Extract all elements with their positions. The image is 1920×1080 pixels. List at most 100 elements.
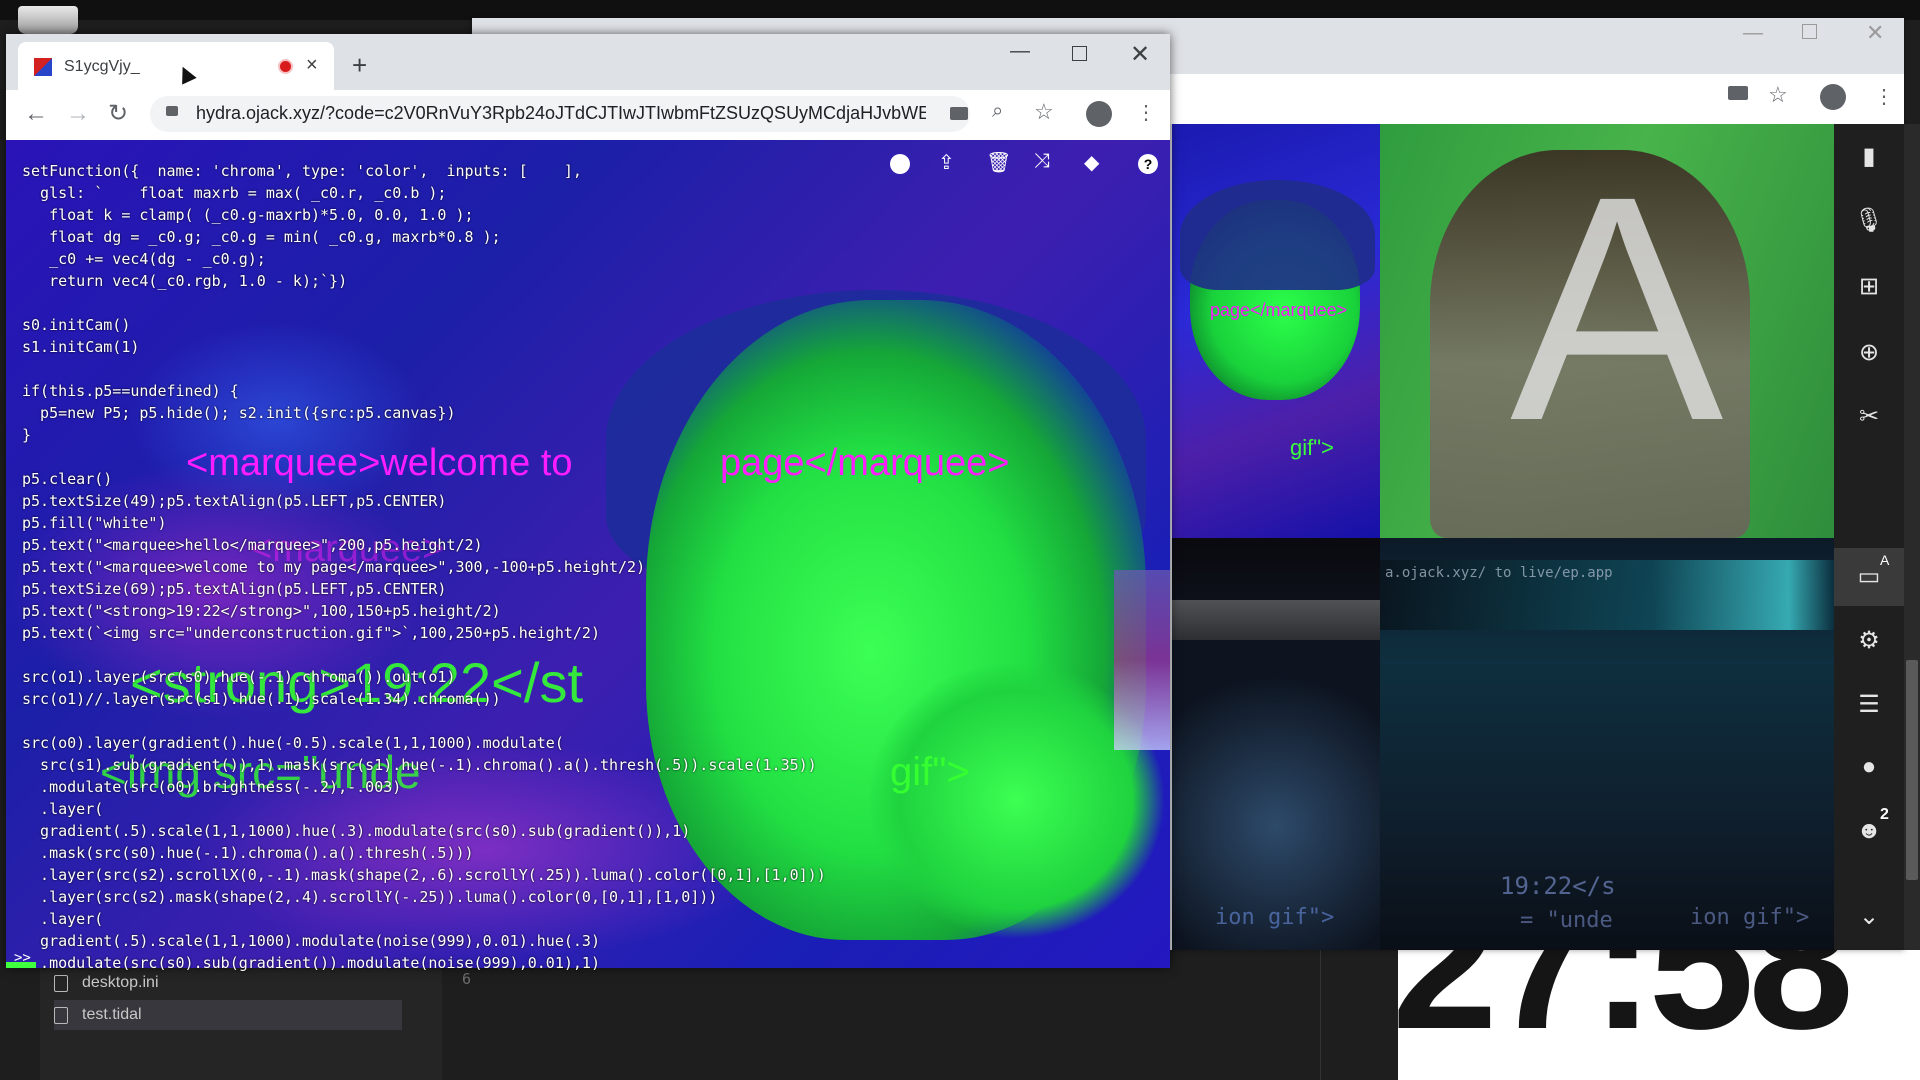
code-line[interactable]: p5.text("<marquee>welcome to my page</ma… xyxy=(22,556,826,578)
code-line[interactable] xyxy=(22,446,826,468)
file-item-test-tidal[interactable]: test.tidal xyxy=(54,1000,402,1030)
tile-overlay-text: ion gif"> xyxy=(1215,905,1335,930)
code-line[interactable]: p5.text(`<img src="underconstruction.gif… xyxy=(22,622,826,644)
reload-icon[interactable]: ↻ xyxy=(108,99,128,128)
sliders-icon[interactable]: ☰ xyxy=(1852,688,1886,722)
close-icon[interactable]: ✕ xyxy=(1130,40,1150,69)
code-line[interactable]: .modulate(src(s0).sub(gradient()).modula… xyxy=(22,952,826,974)
account-icon[interactable] xyxy=(1820,84,1846,110)
scrollbar-thumb[interactable] xyxy=(1906,660,1918,880)
maximize-icon[interactable] xyxy=(1802,24,1817,39)
minimize-icon[interactable]: — xyxy=(1743,22,1763,45)
code-line[interactable]: src(o0).layer(gradient().hue(-0.5).scale… xyxy=(22,732,826,754)
tab-title: S1ycgVjy_ xyxy=(64,58,140,75)
new-tab-button[interactable]: + xyxy=(352,50,367,81)
participants-count: 2 xyxy=(1880,806,1889,823)
upload-icon[interactable]: ⇪ xyxy=(938,150,955,175)
play-icon[interactable] xyxy=(890,154,910,174)
code-line[interactable]: setFunction({ name: 'chroma', type: 'col… xyxy=(22,160,826,182)
zoom-icon[interactable]: ⌕ xyxy=(992,100,1003,123)
tile-overlay-text: = "unde xyxy=(1520,908,1613,933)
add-icon[interactable]: ⊕ xyxy=(1852,336,1886,370)
editor-divider xyxy=(1320,940,1399,1080)
code-line[interactable]: return vec4(_c0.rgb, 1.0 - k);`}) xyxy=(22,270,826,292)
code-line[interactable]: p5.clear() xyxy=(22,468,826,490)
recording-indicator-icon xyxy=(278,59,293,74)
code-line[interactable]: .mask(src(s0).hue(-.1).chroma().a().thre… xyxy=(22,842,826,864)
code-line[interactable]: src(o1)//.layer(src(s1).hue(.1).scale(1.… xyxy=(22,688,826,710)
code-line[interactable]: .layer( xyxy=(22,798,826,820)
tile-overlay-url: a.ojack.xyz/ to live/ep.app xyxy=(1385,565,1613,581)
code-line[interactable]: .layer( xyxy=(22,908,826,930)
code-line[interactable]: p5.textSize(49);p5.textAlign(p5.LEFT,p5.… xyxy=(22,490,826,512)
camera-indicator-icon[interactable] xyxy=(1728,86,1748,100)
trash-icon[interactable]: 🗑 xyxy=(986,150,1011,175)
code-line[interactable]: gradient(.5).scale(1,1,1000).hue(.3).mod… xyxy=(22,820,826,842)
screen-share-icon[interactable]: ⊞ xyxy=(1852,270,1886,304)
code-line[interactable]: p5.text("<strong>19:22</strong>",100,150… xyxy=(22,600,826,622)
bookmark-star-icon[interactable]: ☆ xyxy=(1768,82,1788,108)
participant-video-detail xyxy=(1180,180,1375,290)
minimize-icon[interactable]: — xyxy=(1010,40,1030,63)
code-line[interactable]: _c0 += vec4(dg - _c0.g); xyxy=(22,248,826,270)
code-line[interactable]: .layer(src(s2).mask(shape(2,.4).scrollY(… xyxy=(22,886,826,908)
code-line[interactable]: p5.textSize(69);p5.textAlign(p5.LEFT,p5.… xyxy=(22,578,826,600)
camera-icon[interactable]: ▮ xyxy=(1852,140,1886,174)
tile-screen-share-bar xyxy=(1172,600,1380,640)
file-icon xyxy=(54,1006,68,1024)
code-line[interactable]: s0.initCam() xyxy=(22,314,826,336)
glitch-artifact xyxy=(1114,570,1170,750)
code-line[interactable]: p5.text("<marquee>hello</marquee>",200,p… xyxy=(22,534,826,556)
menu-icon[interactable]: ⋮ xyxy=(1874,84,1894,109)
code-line[interactable]: glsl: ` float maxrb = max( _c0.r, _c0.b … xyxy=(22,182,826,204)
tile-screen-share xyxy=(1172,640,1380,950)
layout-badge: A xyxy=(1880,552,1890,568)
code-line[interactable]: } xyxy=(22,424,826,446)
code-line[interactable]: gradient(.5).scale(1,1,1000).modulate(no… xyxy=(22,930,826,952)
settings-icon[interactable]: ⚙ xyxy=(1852,624,1886,658)
menu-icon[interactable]: ⋮ xyxy=(1136,100,1156,125)
overlay-gif-text: gif"> xyxy=(890,750,970,794)
chat-icon[interactable]: ● xyxy=(1852,750,1886,784)
code-line[interactable]: p5=new P5; p5.hide(); s2.init({src:p5.ca… xyxy=(22,402,826,424)
file-label: desktop.ini xyxy=(82,974,159,991)
code-line[interactable] xyxy=(22,710,826,732)
tab-close-icon[interactable]: × xyxy=(306,54,318,77)
shuffle-icon[interactable]: ⤨ xyxy=(1034,150,1050,173)
tile-overlay-gif: gif"> xyxy=(1290,435,1334,460)
code-line[interactable]: float k = clamp( (_c0.g-maxrb)*5.0, 0.0,… xyxy=(22,204,826,226)
account-icon[interactable] xyxy=(1086,101,1112,127)
code-line[interactable] xyxy=(22,644,826,666)
code-line[interactable]: src(o1).layer(src(s0).hue(-.1).chroma())… xyxy=(22,666,826,688)
code-line[interactable]: .modulate(src(o0).brightness(-.2),-.003) xyxy=(22,776,826,798)
camera-indicator-icon[interactable] xyxy=(950,107,968,120)
maximize-icon[interactable] xyxy=(1072,46,1087,61)
microphone-icon[interactable]: 🎙 xyxy=(1852,204,1886,238)
back-arrow-icon[interactable]: ← xyxy=(24,100,48,128)
code-line[interactable]: if(this.p5==undefined) { xyxy=(22,380,826,402)
code-line[interactable] xyxy=(22,358,826,380)
lock-icon[interactable] xyxy=(166,106,178,116)
overlay-letter: A xyxy=(1510,129,1724,487)
forward-arrow-icon[interactable]: → xyxy=(66,100,90,128)
code-line[interactable]: p5.fill("white") xyxy=(22,512,826,534)
favicon-icon xyxy=(34,58,52,76)
help-icon[interactable]: ? xyxy=(1138,154,1158,174)
code-line[interactable]: .layer(src(s2).scrollX(0,-.1).mask(shape… xyxy=(22,864,826,886)
hydra-code-editor[interactable]: setFunction({ name: 'chroma', type: 'col… xyxy=(22,160,826,974)
desktop-background xyxy=(0,0,1920,20)
close-icon[interactable]: ✕ xyxy=(1866,20,1884,46)
chevron-down-icon[interactable]: ⌄ xyxy=(1852,900,1886,934)
bookmark-star-icon[interactable]: ☆ xyxy=(1034,99,1054,125)
shapes-icon[interactable]: ◆ xyxy=(1084,150,1099,175)
tile-overlay-text: ion gif"> xyxy=(1690,905,1810,930)
code-line[interactable]: float dg = _c0.g; _c0.g = min( _c0.g, ma… xyxy=(22,226,826,248)
hangup-icon[interactable]: ✂ xyxy=(1852,400,1886,434)
recycle-bin-icon[interactable] xyxy=(18,6,78,34)
code-line[interactable]: src(s1).sub(gradient()),1).mask(src(s1).… xyxy=(22,754,826,776)
code-line[interactable] xyxy=(22,292,826,314)
tile-overlay-text: 19:22</s xyxy=(1500,872,1616,900)
url-text[interactable]: hydra.ojack.xyz/?code=c2V0RnVuY3Rpb24oJT… xyxy=(196,103,926,124)
status-indicator xyxy=(6,962,36,968)
code-line[interactable]: s1.initCam(1) xyxy=(22,336,826,358)
